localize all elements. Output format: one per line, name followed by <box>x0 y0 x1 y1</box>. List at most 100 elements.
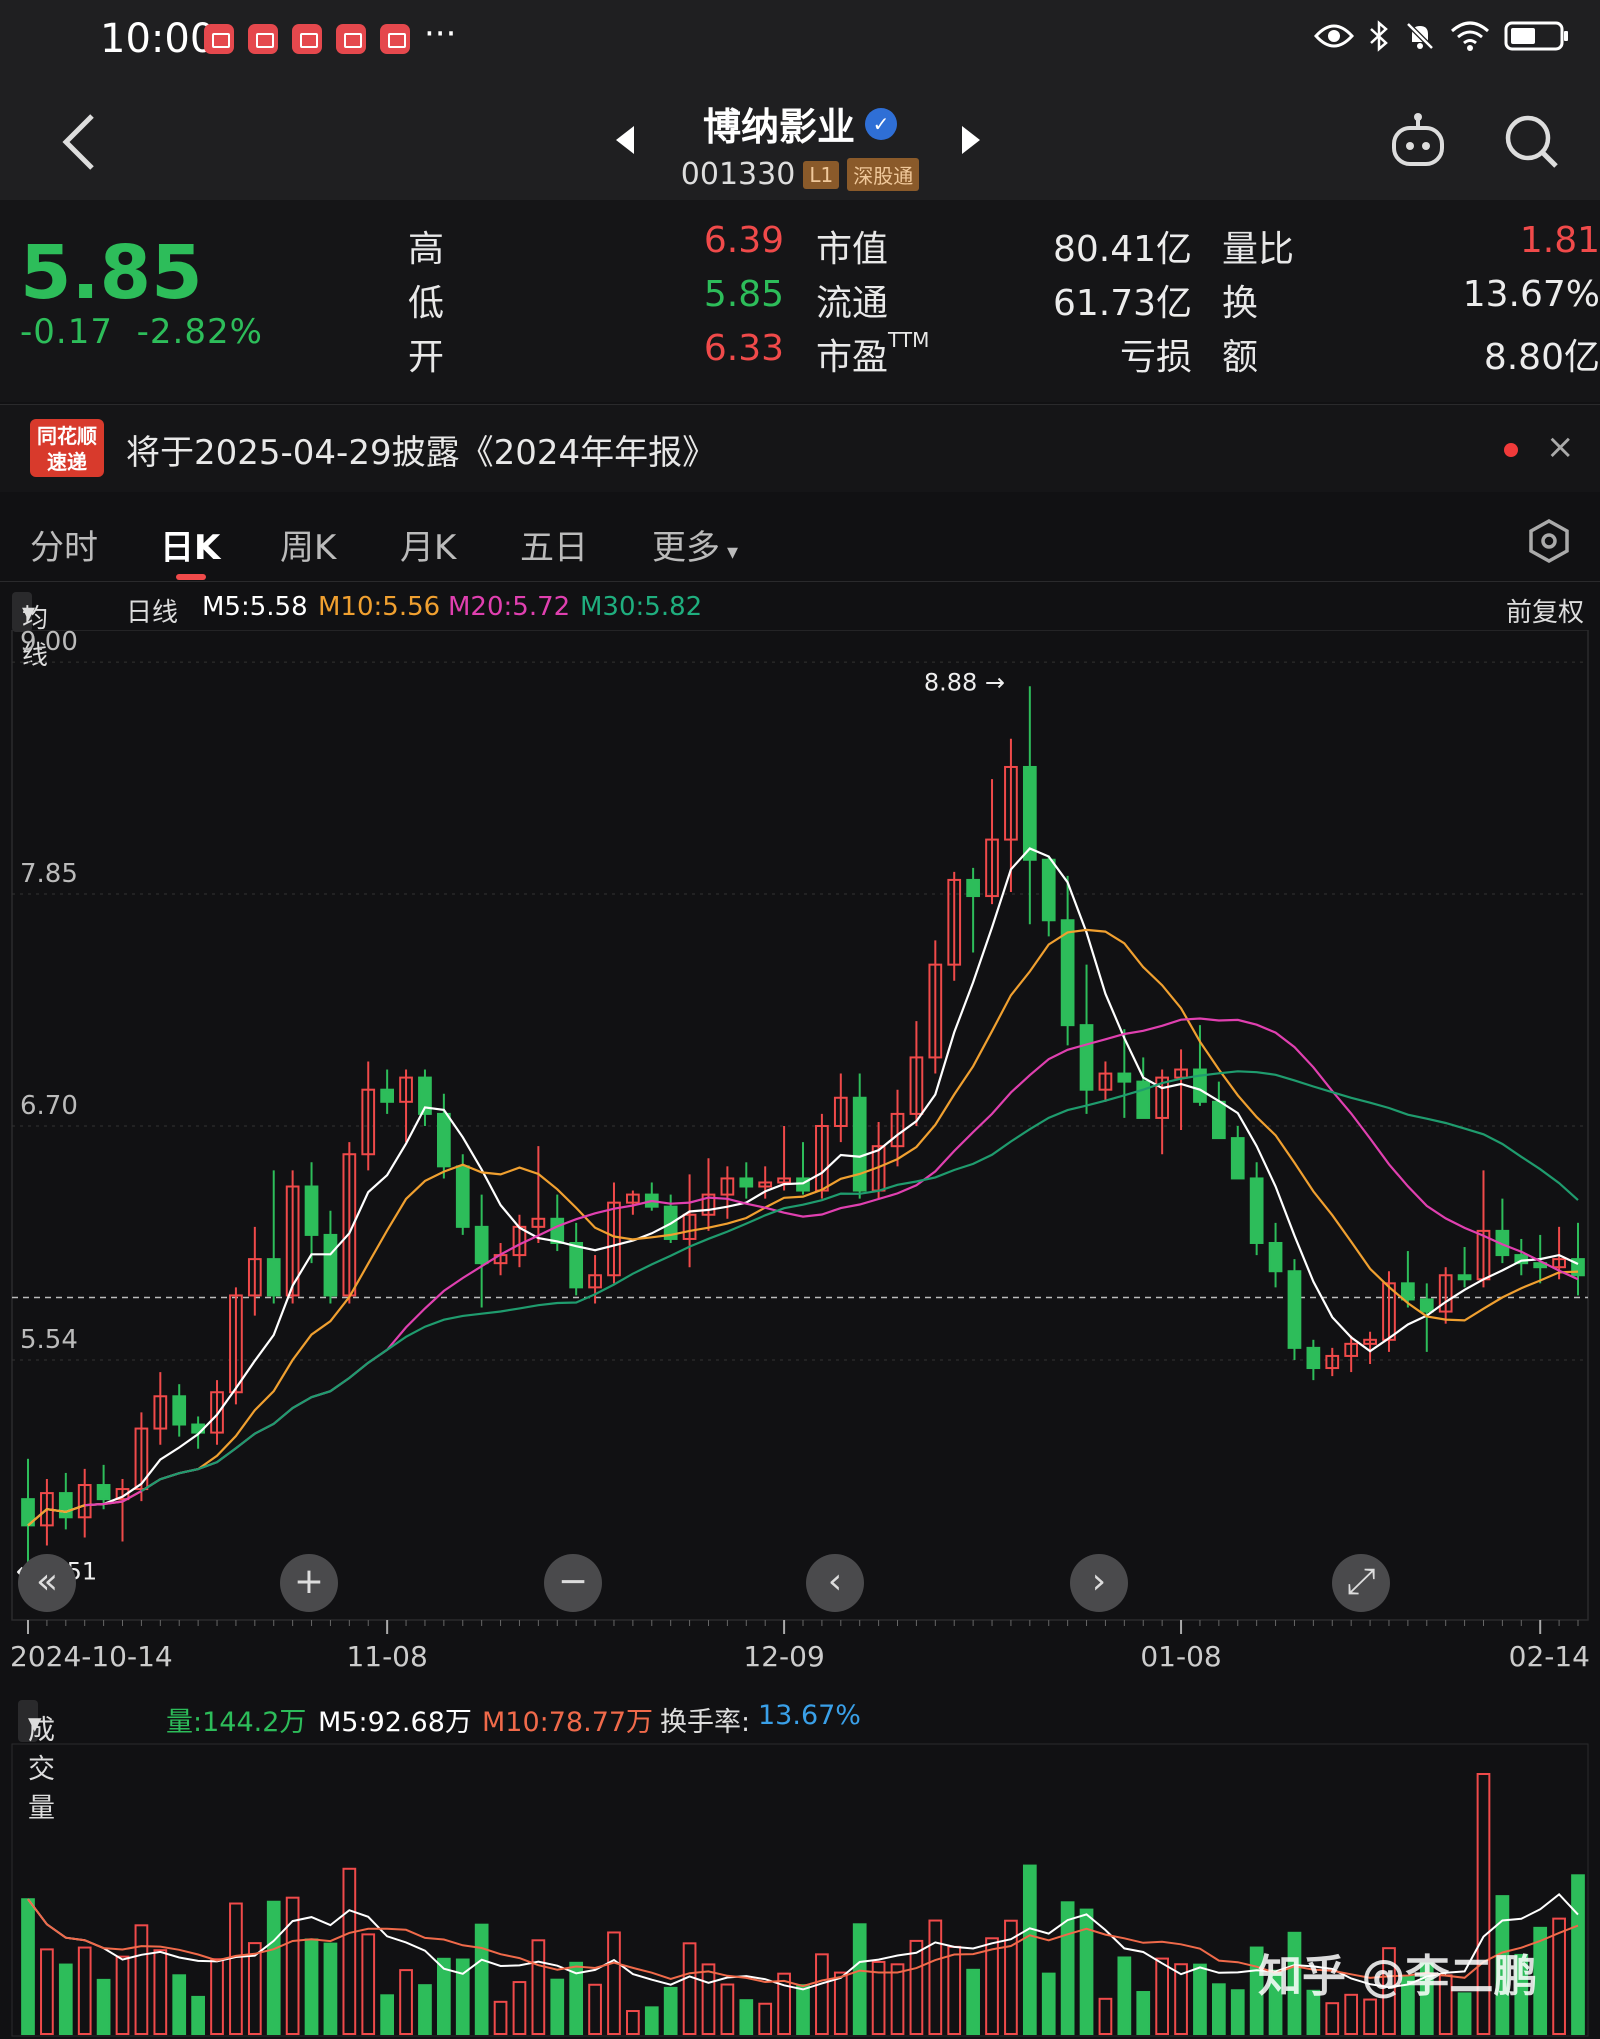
tonghuashun-logo: 同花顺 速递 <box>30 419 104 477</box>
rewind-button[interactable]: « <box>18 1554 76 1612</box>
volume-bar <box>1117 1956 1132 2035</box>
price-change: -0.17 -2.82% <box>20 312 263 352</box>
x-tick-label: 02-14 <box>1509 1640 1590 1673</box>
ma20-line <box>84 1017 1579 1507</box>
fullscreen-button[interactable]: ⤢ <box>1332 1554 1390 1612</box>
x-tick-label: 01-08 <box>1140 1640 1221 1673</box>
period-label: 日线 <box>126 598 179 628</box>
tab-daily-k[interactable]: 日K <box>160 520 220 569</box>
ma10-value: M10:5.56 <box>318 592 441 622</box>
candlestick-chart[interactable]: 9.007.856.705.548.88 →← 4.512024-10-1411… <box>0 630 1600 1692</box>
level-badge: L1 <box>803 160 840 189</box>
notification-icon <box>292 24 322 54</box>
volume-bar <box>1041 1972 1056 2035</box>
volume-bar <box>512 1981 527 2035</box>
candle-body <box>304 1185 319 1236</box>
stock-app: { "status_bar": {"time": "10:00", "overf… <box>0 0 1600 2039</box>
notice-text[interactable]: 将于2025-04-29披露《2024年年报》 <box>126 425 716 474</box>
stock-name-text: 博纳影业 <box>702 105 855 149</box>
channel-badge: 深股通 <box>847 158 920 191</box>
bluetooth-icon <box>1370 20 1388 52</box>
quote-value-amount: 8.80亿 <box>1483 337 1600 378</box>
volume-bar <box>210 1958 224 2035</box>
tab-intraday[interactable]: 分时 <box>30 520 98 569</box>
caret-down-icon: ▾ <box>28 1708 42 1739</box>
candle-body <box>1136 1080 1151 1119</box>
zoom-in-button[interactable]: + <box>280 1554 338 1612</box>
next-stock-arrow[interactable] <box>962 126 980 154</box>
volume-bar <box>1325 2002 1340 2035</box>
volume-indicator-selector[interactable]: 成交量 ▾ <box>18 1700 55 1824</box>
status-bar: 10:00 ··· <box>0 0 1600 82</box>
close-icon[interactable]: × <box>1546 427 1575 467</box>
volume-bar <box>1098 1997 1113 2035</box>
volume-bar <box>1552 1917 1566 2036</box>
change-value: -0.17 <box>20 312 113 352</box>
volume-bar <box>153 1949 168 2035</box>
zoom-out-button[interactable]: − <box>544 1554 602 1612</box>
volume-bar <box>663 1986 678 2036</box>
chart-tabs: 分时 日K 周K 月K 五日 更多 ▾ <box>0 500 1600 582</box>
volume-bar <box>21 1898 35 2035</box>
adjust-mode[interactable]: 前复权 <box>1506 592 1584 629</box>
ma30-value: M30:5.82 <box>580 592 703 622</box>
volume-bar <box>285 1896 300 2035</box>
ma5-value: M5:5.58 <box>202 592 308 622</box>
settings-hexagon-icon[interactable] <box>1526 518 1572 564</box>
quote-value-open: 6.33 <box>703 328 784 369</box>
notification-icons <box>204 24 410 54</box>
scroll-right-button[interactable]: › <box>1070 1554 1128 1612</box>
volume-bar <box>493 2000 508 2035</box>
candle-body <box>1079 1024 1094 1091</box>
logo-top-text: 同花顺 <box>37 424 97 448</box>
tab-five-day[interactable]: 五日 <box>520 520 588 569</box>
indicator-selector[interactable]: 均线 ▾ <box>12 592 48 671</box>
quote-label-turnover: 换 <box>1222 283 1259 324</box>
volume-bar <box>323 1942 338 2036</box>
volume-bar <box>1022 1864 1037 2035</box>
quote-value-volume-ratio: 1.81 <box>1519 220 1600 261</box>
volume-legend: 成交量 ▾ 量:144.2万 M5:92.68万 M10:78.77万 换手率:… <box>0 1692 1600 1824</box>
volume-m10: M10:78.77万 <box>482 1707 654 1738</box>
candle-body <box>58 1492 73 1519</box>
volume-bar <box>361 1933 376 2035</box>
candle-body <box>474 1225 489 1265</box>
volume-value: 量:144.2万 <box>166 1707 307 1738</box>
volume-bar <box>399 1969 413 2035</box>
candle-body <box>569 1241 584 1289</box>
max-price-label: 8.88 → <box>924 668 1005 696</box>
volume-bar <box>474 1923 489 2035</box>
current-price: 5.85 <box>20 230 203 316</box>
robot-assistant-icon[interactable] <box>1388 112 1448 172</box>
overflow-dots: ··· <box>424 14 457 54</box>
volume-bar <box>1136 1991 1151 2035</box>
candle-body <box>266 1258 281 1297</box>
candle-body <box>1022 765 1037 861</box>
volume-bar <box>928 1919 943 2035</box>
volume-bar <box>720 1983 735 2035</box>
quote-label-market-cap: 市值 <box>816 229 889 270</box>
volume-bar <box>985 1937 999 2035</box>
stock-title: 博纳影业 ✓ 001330 L1 深股通 <box>0 96 1600 192</box>
notice-banner[interactable]: 同花顺 速递 将于2025-04-29披露《2024年年报》 × <box>0 404 1600 492</box>
y-tick-label: 7.85 <box>20 859 78 889</box>
tab-monthly-k[interactable]: 月K <box>400 520 456 569</box>
volume-bar <box>966 1968 980 2035</box>
quote-value-market-cap: 80.41亿 <box>1052 229 1192 270</box>
search-icon[interactable] <box>1502 112 1560 170</box>
notification-icon <box>336 24 366 54</box>
volume-bar <box>1155 1957 1170 2035</box>
turnover-label: 换手率: <box>660 1707 751 1738</box>
candle-body <box>323 1233 338 1297</box>
volume-bar <box>229 1902 243 2035</box>
scroll-left-button[interactable]: ‹ <box>806 1554 864 1612</box>
wifi-icon <box>1451 21 1489 51</box>
tab-weekly-k[interactable]: 周K <box>280 520 336 569</box>
candle-body <box>1249 1177 1264 1244</box>
volume-bar <box>1193 1963 1207 2035</box>
quote-label-float: 流通 <box>816 283 889 324</box>
tab-more[interactable]: 更多 ▾ <box>652 520 738 569</box>
candle-body <box>852 1096 867 1192</box>
verified-icon: ✓ <box>865 107 897 140</box>
turnover-value: 13.67% <box>758 1700 861 1731</box>
